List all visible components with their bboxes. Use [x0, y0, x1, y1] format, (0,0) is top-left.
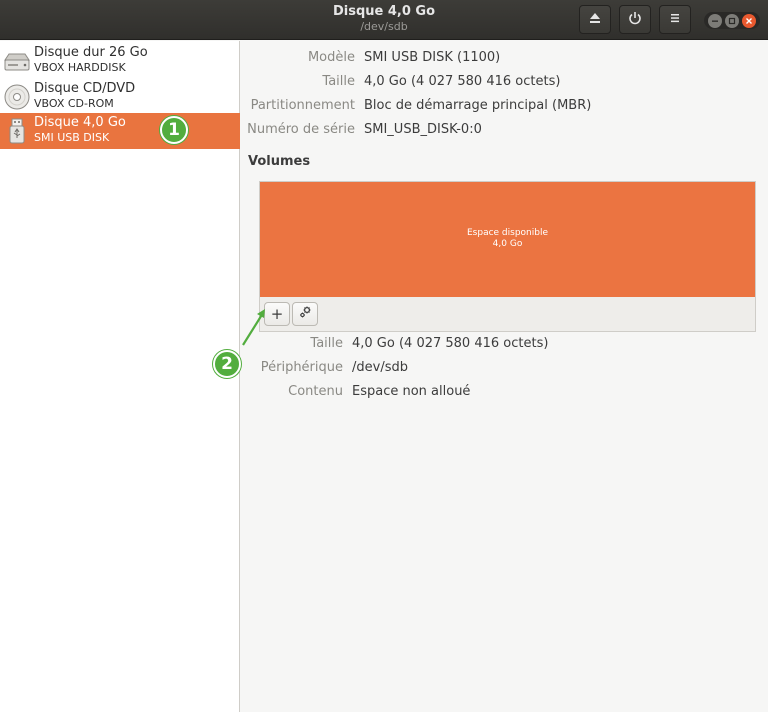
model-label: Modèle — [307, 50, 355, 65]
serial-label: Numéro de série — [247, 122, 355, 137]
sidebar-item-sublabel: SMI USB DISK — [34, 131, 110, 144]
minimize-button[interactable] — [707, 13, 722, 28]
sidebar-item-label: Disque CD/DVD — [34, 81, 136, 96]
volume-contents-label: Contenu — [288, 384, 343, 399]
optical-disc-icon — [2, 82, 32, 112]
sidebar-item-label: Disque 4,0 Go — [34, 115, 126, 130]
serial-value: SMI_USB_DISK-0:0 — [364, 122, 482, 137]
window-title-block: Disque 4,0 Go /dev/sdb — [0, 4, 768, 34]
title-bar: Disque 4,0 Go /dev/sdb — [0, 0, 768, 40]
menu-button[interactable] — [659, 5, 691, 34]
volume-segment-text: Espace disponible 4,0 Go — [260, 228, 755, 250]
gears-icon — [298, 305, 312, 323]
usb-drive-icon — [2, 116, 32, 146]
plus-icon: + — [270, 305, 284, 323]
sidebar-item-sublabel: VBOX HARDDISK — [34, 61, 126, 74]
minimize-icon — [711, 20, 718, 22]
annotation-arrow-icon — [242, 309, 265, 346]
model-value: SMI USB DISK (1100) — [364, 50, 501, 65]
sidebar-item-label: Disque dur 26 Go — [34, 45, 148, 60]
annotation-badge-2: 2 — [213, 350, 241, 378]
partitioning-value: Bloc de démarrage principal (MBR) — [364, 98, 592, 113]
power-off-button[interactable] — [619, 5, 651, 34]
volume-segment-size: 4,0 Go — [492, 239, 523, 249]
volumes-map: Espace disponible 4,0 Go + — [259, 181, 756, 332]
eject-icon — [588, 11, 602, 29]
menu-icon — [669, 12, 681, 28]
size-value: 4,0 Go (4 027 580 416 octets) — [364, 74, 561, 89]
size-label: Taille — [322, 74, 355, 89]
sidebar-item-harddisk[interactable]: Disque dur 26 Go VBOX HARDDISK — [0, 43, 240, 79]
partitioning-label: Partitionnement — [250, 98, 355, 113]
volume-contents-value: Espace non alloué — [352, 384, 471, 399]
disk-details-panel: Modèle SMI USB DISK (1100) Taille 4,0 Go… — [241, 41, 768, 712]
sidebar-item-sublabel: VBOX CD-ROM — [34, 97, 114, 110]
volumes-heading: Volumes — [248, 154, 311, 169]
eject-button[interactable] — [579, 5, 611, 34]
window-subtitle: /dev/sdb — [360, 20, 408, 33]
volume-segment-label: Espace disponible — [466, 228, 549, 238]
volume-toolbar: + — [264, 302, 318, 326]
close-button[interactable] — [742, 13, 757, 28]
volume-device-label: Périphérique — [260, 360, 343, 375]
more-actions-button[interactable] — [292, 302, 318, 326]
power-icon — [628, 11, 642, 29]
volume-device-value: /dev/sdb — [352, 360, 408, 375]
window-controls — [704, 12, 760, 29]
sidebar-item-usb-disk[interactable]: Disque 4,0 Go SMI USB DISK 1 — [0, 113, 240, 149]
window-title: Disque 4,0 Go — [332, 4, 436, 19]
harddisk-icon — [2, 46, 32, 76]
maximize-button[interactable] — [724, 13, 739, 28]
device-sidebar: Disque dur 26 Go VBOX HARDDISK Disque CD… — [0, 41, 240, 712]
sidebar-item-cd-dvd[interactable]: Disque CD/DVD VBOX CD-ROM — [0, 79, 240, 115]
maximize-icon — [728, 17, 736, 24]
close-icon — [746, 17, 753, 24]
volume-size-value: 4,0 Go (4 027 580 416 octets) — [352, 336, 549, 351]
volume-segment-free-space[interactable]: Espace disponible 4,0 Go — [260, 182, 755, 297]
annotation-badge-1: 1 — [160, 116, 188, 144]
